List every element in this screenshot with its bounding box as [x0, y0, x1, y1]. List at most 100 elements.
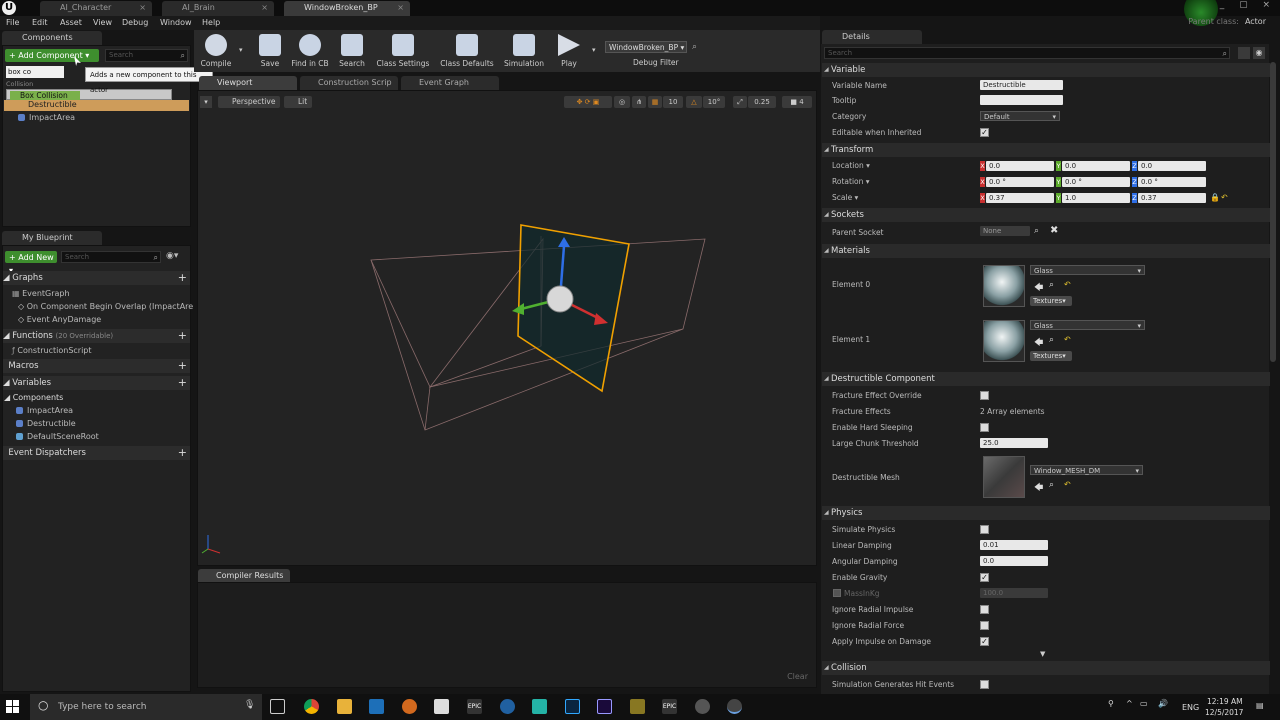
- find-in-cb-button[interactable]: Find in CB: [286, 32, 334, 70]
- advanced-expand-chevron-icon[interactable]: ▼: [1040, 650, 1045, 658]
- clear-button[interactable]: Clear: [787, 672, 808, 681]
- category-select[interactable]: Default ▾: [980, 111, 1060, 121]
- components-tab[interactable]: Components: [2, 31, 102, 45]
- browse-search-icon[interactable]: ⌕: [1049, 335, 1054, 345]
- menu-window[interactable]: Window: [160, 18, 192, 27]
- my-blueprint-search-input[interactable]: Search ⌕: [61, 251, 161, 263]
- mail-icon[interactable]: [434, 699, 449, 714]
- rotation-snap-icon[interactable]: △: [686, 96, 702, 108]
- scale-x-input[interactable]: 0.37: [986, 193, 1054, 203]
- fracture-effects-label[interactable]: Fracture Effects: [832, 407, 891, 416]
- material-thumbnail[interactable]: [983, 265, 1025, 307]
- gizmo-center-sphere[interactable]: [546, 285, 574, 313]
- section-event-dispatchers[interactable]: Event Dispatchers +: [3, 446, 190, 460]
- app-icon[interactable]: [500, 699, 515, 714]
- chrome-icon[interactable]: [304, 699, 319, 714]
- location-y-input[interactable]: 0.0: [1062, 161, 1130, 171]
- scale-lock-icon[interactable]: 🔒: [1210, 193, 1220, 202]
- details-tab[interactable]: Details: [822, 30, 922, 44]
- compile-button[interactable]: Compile: [192, 32, 240, 70]
- reset-scale-icon[interactable]: ↶: [1221, 193, 1228, 202]
- lit-button[interactable]: Lit: [284, 96, 312, 108]
- details-search-input[interactable]: Search ⌕: [824, 47, 1230, 59]
- var-destructible[interactable]: Destructible: [16, 419, 76, 428]
- reset-material-icon[interactable]: ↶: [1064, 335, 1071, 344]
- use-selected-arrow-icon[interactable]: 🡄: [1034, 480, 1043, 496]
- section-sockets[interactable]: Sockets: [822, 208, 1270, 222]
- use-selected-arrow-icon[interactable]: 🡄: [1034, 335, 1043, 351]
- rotation-z-input[interactable]: 0.0 °: [1138, 177, 1206, 187]
- var-impactarea[interactable]: ImpactArea: [16, 406, 73, 415]
- mass-input[interactable]: 100.0: [980, 588, 1048, 598]
- box-collision-option[interactable]: Box Collision: [10, 91, 80, 100]
- app-icon[interactable]: [695, 699, 710, 714]
- menu-debug[interactable]: Debug: [122, 18, 148, 27]
- rotation-y-input[interactable]: 0.0 °: [1062, 177, 1130, 187]
- my-blueprint-tab[interactable]: My Blueprint: [2, 231, 102, 245]
- world-local-icon[interactable]: ◎: [614, 96, 630, 108]
- menu-help[interactable]: Help: [202, 18, 220, 27]
- tree-category-components[interactable]: ◢ Components: [4, 393, 63, 402]
- section-collision[interactable]: Collision: [822, 661, 1270, 675]
- angular-damping-input[interactable]: 0.0: [980, 556, 1048, 566]
- play-options-chevron-icon[interactable]: ▾: [592, 46, 596, 54]
- editable-inherited-checkbox[interactable]: ✓: [980, 128, 989, 137]
- scale-y-input[interactable]: 1.0: [1062, 193, 1130, 203]
- property-matrix-icon[interactable]: [1238, 47, 1250, 59]
- add-variable-icon[interactable]: +: [178, 376, 187, 390]
- parent-socket-field[interactable]: None: [980, 226, 1030, 236]
- add-dispatcher-icon[interactable]: +: [178, 446, 187, 460]
- component-row-impactarea[interactable]: ImpactArea: [18, 113, 75, 122]
- tab-viewport[interactable]: Viewport: [199, 76, 297, 90]
- textures-button[interactable]: Textures▾: [1030, 351, 1072, 361]
- reset-mesh-icon[interactable]: ↶: [1064, 480, 1071, 489]
- transform-tools[interactable]: ✥ ⟳ ▣: [564, 96, 612, 108]
- enable-gravity-checkbox[interactable]: ✓: [980, 573, 989, 582]
- volume-icon[interactable]: 🔊: [1158, 699, 1168, 708]
- epic-launcher-icon[interactable]: EPIC: [467, 699, 482, 714]
- sim-hit-events-checkbox[interactable]: [980, 680, 989, 689]
- play-button[interactable]: Play: [545, 32, 593, 70]
- unreal-engine-taskbar-icon[interactable]: [727, 699, 742, 714]
- viewport-options-chevron-icon[interactable]: ▾: [200, 96, 212, 108]
- tab-event-graph[interactable]: Event Graph: [401, 76, 499, 90]
- section-graphs[interactable]: ◢ Graphs +: [3, 271, 190, 285]
- selected-glass-pane[interactable]: [517, 224, 630, 393]
- grid-snap-icon[interactable]: ▦: [648, 96, 662, 108]
- rotation-x-input[interactable]: 0.0 °: [986, 177, 1054, 187]
- camera-speed[interactable]: ■ 4: [782, 96, 812, 108]
- class-settings-button[interactable]: Class Settings: [372, 32, 434, 70]
- people-icon[interactable]: ⚲: [1108, 699, 1114, 708]
- chunk-threshold-input[interactable]: 25.0: [980, 438, 1048, 448]
- clear-socket-icon[interactable]: ✖: [1050, 225, 1058, 236]
- app-icon[interactable]: [630, 699, 645, 714]
- add-macro-icon[interactable]: +: [178, 359, 187, 373]
- section-transform[interactable]: Transform: [822, 143, 1270, 157]
- clock-date[interactable]: 12/5/2017: [1205, 708, 1243, 717]
- ignore-radial-force-checkbox[interactable]: [980, 621, 989, 630]
- component-row-destructible[interactable]: Destructible: [4, 100, 189, 111]
- browse-search-icon[interactable]: ⌕: [1049, 280, 1054, 290]
- notifications-icon[interactable]: ▤: [1256, 701, 1264, 710]
- close-icon[interactable]: ×: [261, 1, 268, 15]
- location-z-input[interactable]: 0.0: [1138, 161, 1206, 171]
- file-explorer-icon[interactable]: [337, 699, 352, 714]
- epic-launcher-icon[interactable]: EPIC: [662, 699, 677, 714]
- components-search-input[interactable]: Search ⌕: [105, 49, 188, 62]
- close-icon[interactable]: ×: [397, 1, 404, 15]
- material-1-select[interactable]: Glass ▾: [1030, 320, 1145, 330]
- tab-ai-brain[interactable]: AI_Brain ×: [162, 1, 274, 16]
- material-0-select[interactable]: Glass ▾: [1030, 265, 1145, 275]
- add-new-button[interactable]: + Add New ▾: [5, 251, 57, 275]
- window-controls[interactable]: _ ▢ ×: [1220, 0, 1276, 10]
- section-materials[interactable]: Materials: [822, 244, 1270, 258]
- rotation-label[interactable]: Rotation ▾: [832, 177, 870, 186]
- material-thumbnail[interactable]: [983, 320, 1025, 362]
- add-component-button[interactable]: + Add Component ▾: [5, 49, 99, 62]
- add-graph-icon[interactable]: +: [178, 271, 187, 285]
- hard-sleeping-checkbox[interactable]: [980, 423, 989, 432]
- app-icon[interactable]: [402, 699, 417, 714]
- fracture-override-checkbox[interactable]: [980, 391, 989, 400]
- app-icon[interactable]: [532, 699, 547, 714]
- scale-snap-icon[interactable]: ⤢: [733, 96, 747, 108]
